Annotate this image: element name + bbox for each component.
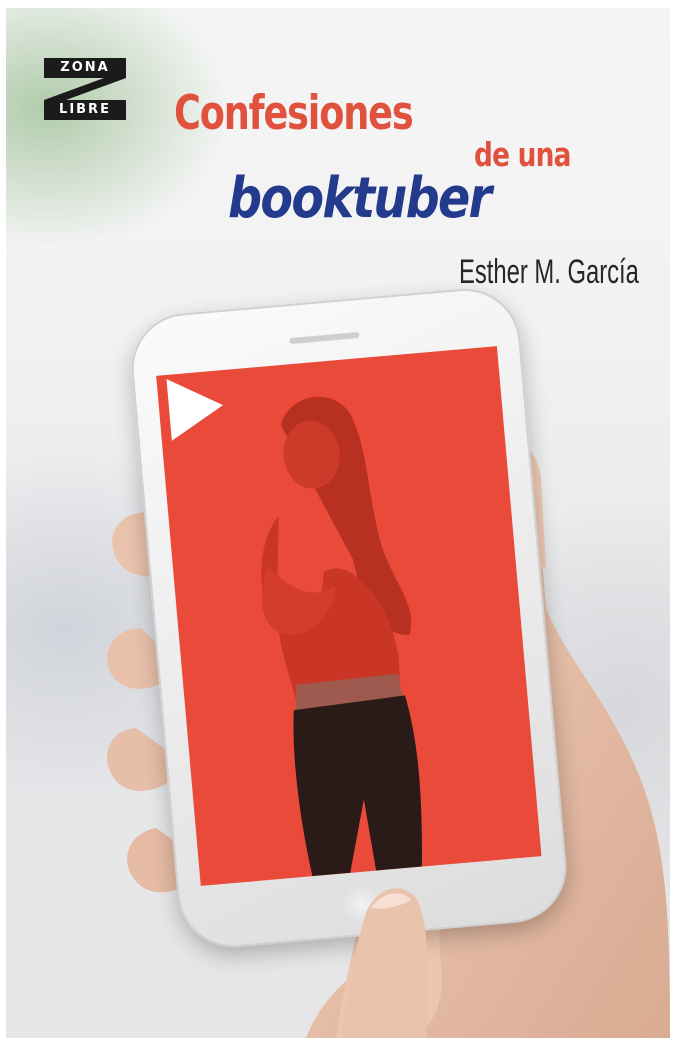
thumb-overlay: [341, 888, 428, 1038]
book-cover: ZONA LIBRE Confesiones de una booktuber …: [6, 8, 670, 1038]
